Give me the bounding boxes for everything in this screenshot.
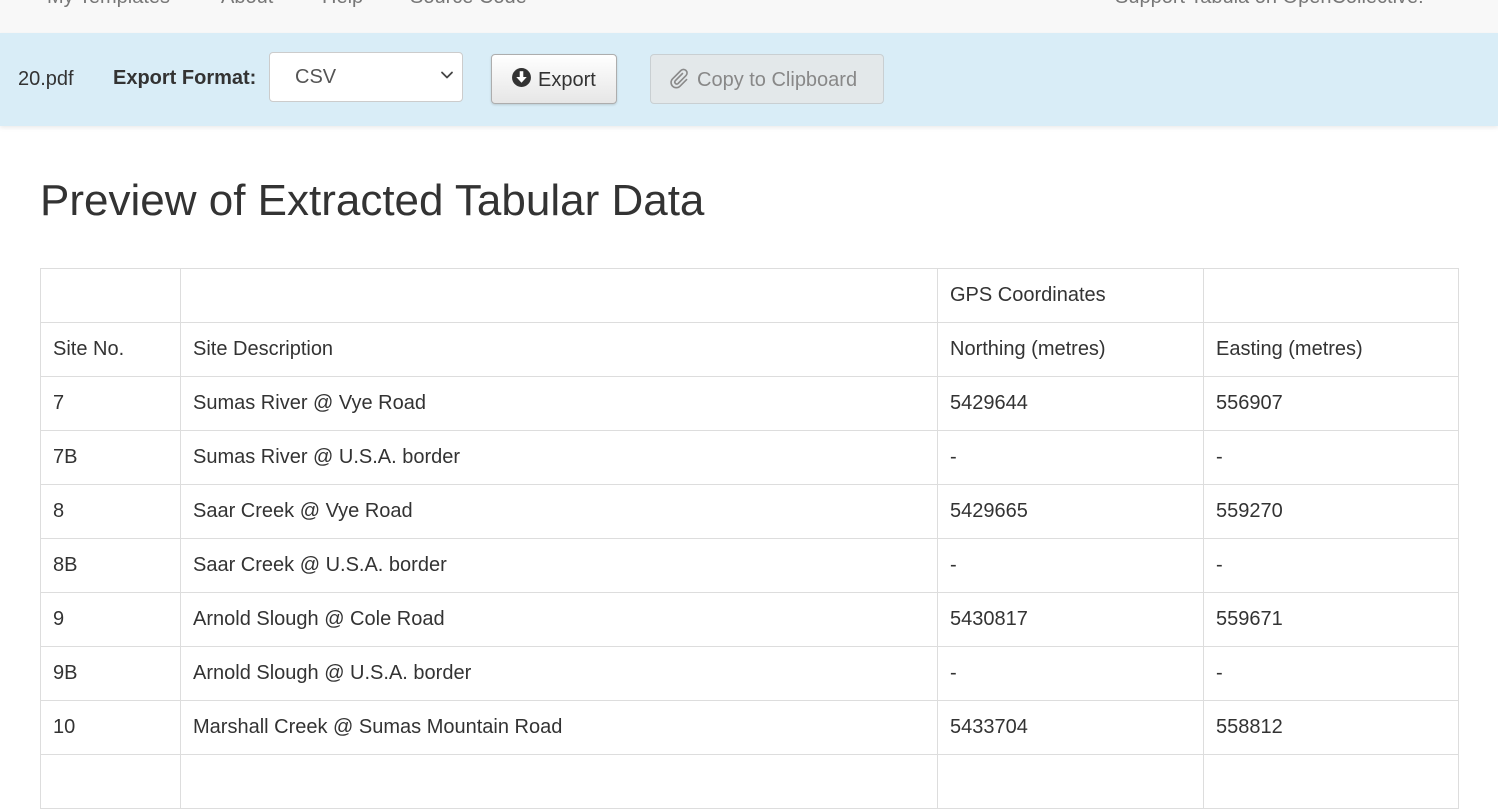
table-cell: Marshall Creek @ Sumas Mountain Road xyxy=(180,700,938,755)
table-cell xyxy=(180,754,938,809)
table-cell: Site No. xyxy=(40,322,181,377)
table-cell: 556907 xyxy=(1203,376,1459,431)
table-cell: Northing (metres) xyxy=(937,322,1204,377)
export-format-label: Export Format: xyxy=(113,67,257,89)
table-cell: 5429644 xyxy=(937,376,1204,431)
nav-separator: · xyxy=(0,0,1,9)
table-row: 7B Sumas River @ U.S.A. border - - xyxy=(40,430,1459,485)
paperclip-icon xyxy=(670,68,688,89)
nav-link-help[interactable]: Help xyxy=(322,0,363,9)
table-cell: 9B xyxy=(40,646,181,701)
export-format-select[interactable]: CSV xyxy=(269,52,463,102)
table-cell: GPS Coordinates xyxy=(937,268,1204,323)
table-cell: 9 xyxy=(40,592,181,647)
table-cell xyxy=(40,754,181,809)
table-header-row: GPS Coordinates xyxy=(40,268,1459,323)
table-header-row: Site No. Site Description Northing (metres… xyxy=(40,322,1459,377)
table-cell: - xyxy=(937,538,1204,593)
nav-link-my-templates[interactable]: My Templates xyxy=(47,0,170,9)
export-button[interactable]: Export xyxy=(491,54,617,104)
table-row: 10 Marshall Creek @ Sumas Mountain Road 54… xyxy=(40,700,1459,755)
table-row: 9B Arnold Slough @ U.S.A. border - - xyxy=(40,646,1459,701)
table-cell: - xyxy=(1203,430,1459,485)
table-cell: Saar Creek @ U.S.A. border xyxy=(180,538,938,593)
copy-to-clipboard-label: Copy to Clipboard xyxy=(697,69,858,91)
top-navbar: · My Templates · About · Help · Source C… xyxy=(0,0,1498,34)
table-row: 9 Arnold Slough @ Cole Road 5430817 559671 xyxy=(40,592,1459,647)
pdf-filename: 20.pdf xyxy=(18,68,74,90)
nav-link-support-opencollective[interactable]: Support Tabula on OpenCollective! xyxy=(1115,0,1424,9)
table-cell: 8B xyxy=(40,538,181,593)
page-title: Preview of Extracted Tabular Data xyxy=(40,176,705,225)
nav-separator: · xyxy=(298,0,305,9)
table-cell: Arnold Slough @ Cole Road xyxy=(180,592,938,647)
export-toolbar: 20.pdf Export Format: CSV Export Copy to… xyxy=(0,33,1498,126)
table-cell xyxy=(180,268,938,323)
table-cell xyxy=(937,754,1204,809)
download-circle-icon xyxy=(512,68,531,87)
table-cell: Sumas River @ U.S.A. border xyxy=(180,430,938,485)
export-button-label: Export xyxy=(538,69,596,91)
table-cell xyxy=(1203,268,1459,323)
nav-separator: · xyxy=(196,0,203,9)
nav-link-source-code[interactable]: Source Code xyxy=(410,0,527,9)
table-cell: 8 xyxy=(40,484,181,539)
table-cell: - xyxy=(937,430,1204,485)
table-row: 8B Saar Creek @ U.S.A. border - - xyxy=(40,538,1459,593)
table-cell: Site Description xyxy=(180,322,938,377)
table-cell: 5429665 xyxy=(937,484,1204,539)
nav-separator: · xyxy=(386,0,393,9)
table-cell: Sumas River @ Vye Road xyxy=(180,376,938,431)
table-cell: 559671 xyxy=(1203,592,1459,647)
table-row: 7 Sumas River @ Vye Road 5429644 556907 xyxy=(40,376,1459,431)
table-cell: 7B xyxy=(40,430,181,485)
table-cell: - xyxy=(937,646,1204,701)
table-cell xyxy=(40,268,181,323)
table-cell: 5433704 xyxy=(937,700,1204,755)
table-cell: Saar Creek @ Vye Road xyxy=(180,484,938,539)
copy-to-clipboard-button[interactable]: Copy to Clipboard xyxy=(650,54,884,104)
chevron-down-icon xyxy=(441,71,453,79)
table-cell: Arnold Slough @ U.S.A. border xyxy=(180,646,938,701)
table-cell xyxy=(1203,754,1459,809)
table-cell: 10 xyxy=(40,700,181,755)
table-cell: - xyxy=(1203,538,1459,593)
table-cell: Easting (metres) xyxy=(1203,322,1459,377)
table-cell: 7 xyxy=(40,376,181,431)
table-cell: 558812 xyxy=(1203,700,1459,755)
nav-link-about[interactable]: About xyxy=(221,0,273,9)
table-cell: 5430817 xyxy=(937,592,1204,647)
table-cell: - xyxy=(1203,646,1459,701)
table-row: 8 Saar Creek @ Vye Road 5429665 559270 xyxy=(40,484,1459,539)
table-row xyxy=(40,754,1459,809)
extracted-data-table: GPS Coordinates Site No. Site Description N… xyxy=(40,268,1459,809)
table-cell: 559270 xyxy=(1203,484,1459,539)
export-format-value: CSV xyxy=(295,66,337,88)
